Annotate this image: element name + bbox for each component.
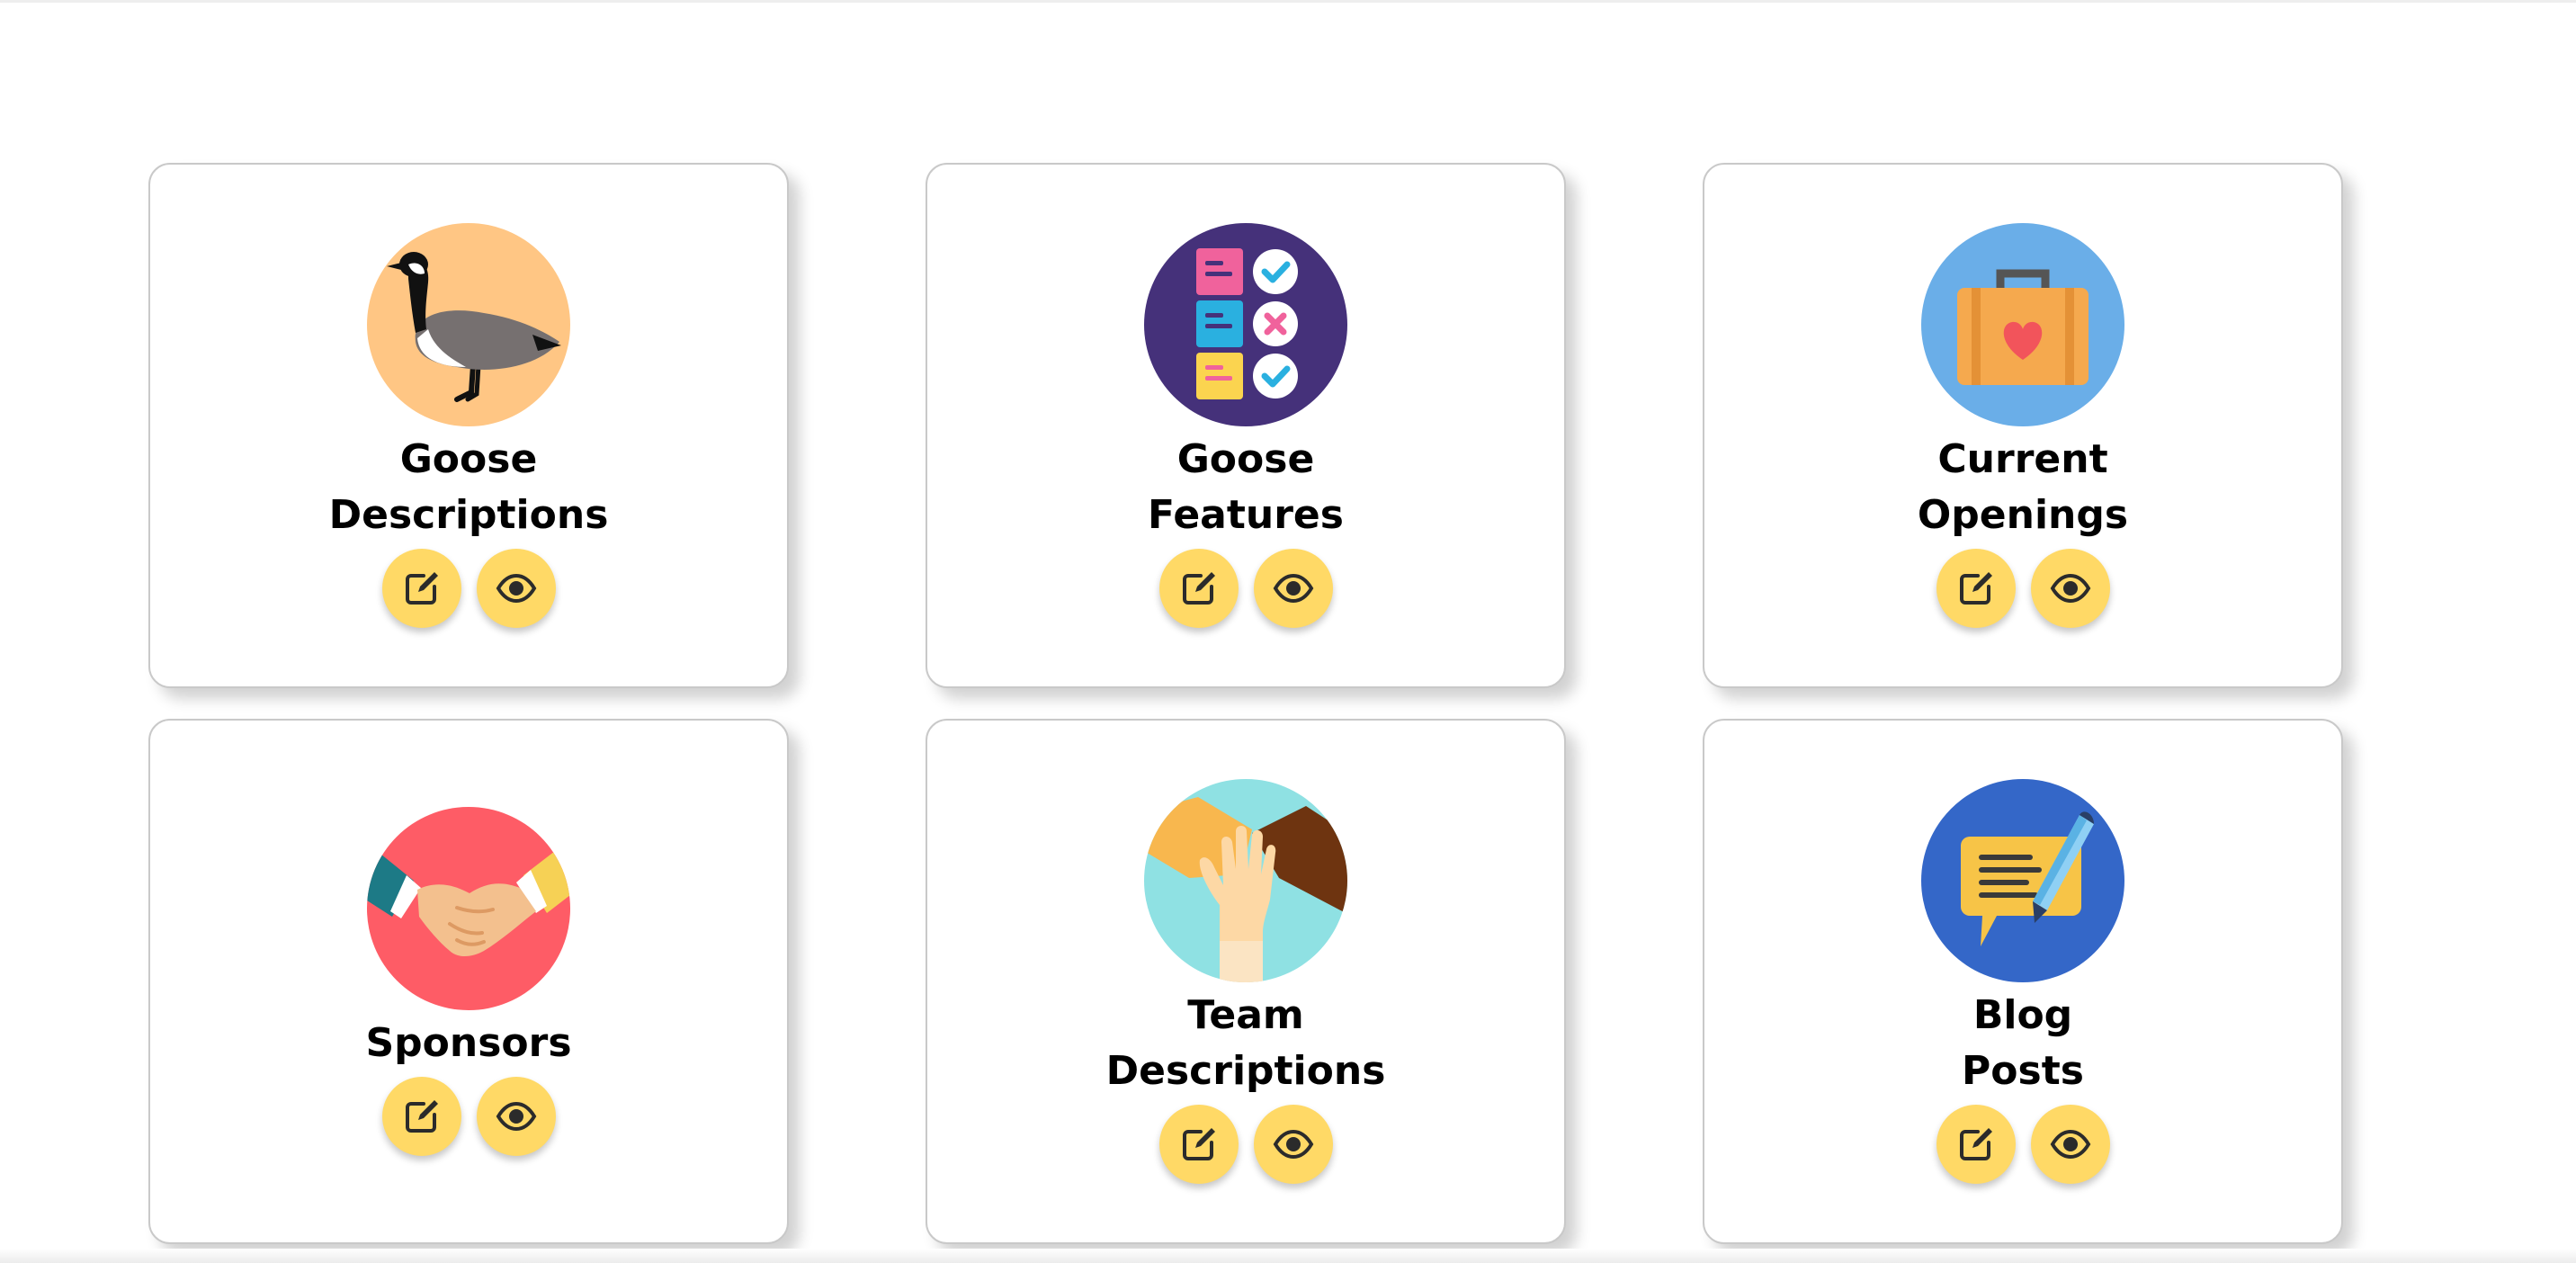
eye-icon: [496, 573, 536, 604]
card-actions: [381, 1077, 556, 1156]
card-grid: Goose Descriptions Goose Features Curren…: [0, 0, 2576, 1263]
view-button[interactable]: [476, 549, 556, 628]
blog-post-icon: [1921, 779, 2124, 982]
edit-button[interactable]: [1158, 1105, 1239, 1184]
edit-button[interactable]: [1936, 1105, 2016, 1184]
view-button[interactable]: [2030, 1105, 2110, 1184]
view-button[interactable]: [2030, 549, 2110, 628]
card-goose-features: Goose Features: [926, 163, 1566, 688]
edit-icon: [405, 1100, 438, 1133]
edit-icon: [405, 572, 438, 605]
eye-icon: [496, 1101, 536, 1132]
eye-icon: [1273, 573, 1313, 604]
checklist-icon: [1144, 223, 1347, 426]
edit-icon: [1959, 1128, 1992, 1160]
edit-icon: [1959, 572, 1992, 605]
edit-button[interactable]: [381, 549, 461, 628]
edit-button[interactable]: [1158, 549, 1239, 628]
view-button[interactable]: [1253, 1105, 1333, 1184]
eye-icon: [2050, 1129, 2090, 1160]
edit-icon: [1182, 1128, 1215, 1160]
card-title: Team Descriptions: [1105, 992, 1386, 1094]
eye-icon: [2050, 573, 2090, 604]
card-actions: [1158, 549, 1333, 628]
card-title: Goose Features: [1148, 436, 1344, 538]
card-actions: [1936, 549, 2110, 628]
team-hands-icon: [1144, 779, 1347, 982]
card-title: Current Openings: [1917, 436, 2129, 538]
bottom-edge: [0, 1249, 2576, 1263]
card-current-openings: Current Openings: [1703, 163, 2343, 688]
card-goose-descriptions: Goose Descriptions: [148, 163, 789, 688]
edit-icon: [1182, 572, 1215, 605]
card-actions: [1158, 1105, 1333, 1184]
card-blog-posts: Blog Posts: [1703, 719, 2343, 1244]
view-button[interactable]: [1253, 549, 1333, 628]
card-sponsors: Sponsors: [148, 719, 789, 1244]
edit-button[interactable]: [1936, 549, 2016, 628]
card-title: Blog Posts: [1962, 992, 2084, 1094]
goose-icon: [367, 223, 570, 426]
card-team-descriptions: Team Descriptions: [926, 719, 1566, 1244]
handshake-icon: [367, 807, 570, 1010]
card-actions: [381, 549, 556, 628]
card-actions: [1936, 1105, 2110, 1184]
edit-button[interactable]: [381, 1077, 461, 1156]
eye-icon: [1273, 1129, 1313, 1160]
card-title: Sponsors: [365, 1020, 572, 1066]
view-button[interactable]: [476, 1077, 556, 1156]
card-title: Goose Descriptions: [328, 436, 609, 538]
briefcase-heart-icon: [1921, 223, 2124, 426]
